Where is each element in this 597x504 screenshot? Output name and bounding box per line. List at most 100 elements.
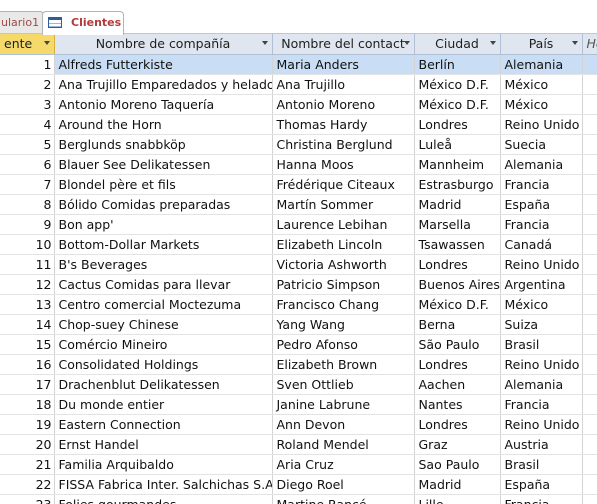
country-cell[interactable]: España <box>500 474 583 495</box>
empty-cell[interactable] <box>582 94 597 115</box>
empty-cell[interactable] <box>582 354 597 375</box>
empty-cell[interactable] <box>582 254 597 275</box>
id-cell[interactable]: 19 <box>0 414 55 435</box>
contact-cell[interactable]: Francisco Chang <box>272 294 415 315</box>
city-cell[interactable]: Aachen <box>414 374 501 395</box>
id-cell[interactable]: 11 <box>0 254 55 275</box>
column-header-city[interactable]: Ciudad <box>414 34 501 55</box>
contact-cell[interactable]: Roland Mendel <box>272 434 415 455</box>
empty-cell[interactable] <box>582 194 597 215</box>
id-cell[interactable]: 10 <box>0 234 55 255</box>
company-cell[interactable]: Antonio Moreno Taquería <box>54 94 273 115</box>
company-cell[interactable]: Eastern Connection <box>54 414 273 435</box>
contact-cell[interactable]: Frédérique Citeaux <box>272 174 415 195</box>
country-cell[interactable]: Alemania <box>500 154 583 175</box>
country-cell[interactable]: España <box>500 194 583 215</box>
city-cell[interactable]: Estrasburgo <box>414 174 501 195</box>
company-cell[interactable]: B's Beverages <box>54 254 273 275</box>
company-cell[interactable]: Around the Horn <box>54 114 273 135</box>
table-row[interactable]: 13 Centro comercial Moctezuma Francisco Ch… <box>0 294 597 315</box>
empty-cell[interactable] <box>582 334 597 355</box>
contact-cell[interactable]: Laurence Lebihan <box>272 214 415 235</box>
column-header-id[interactable]: ente <box>0 34 55 55</box>
company-cell[interactable]: Comércio Mineiro <box>54 334 273 355</box>
id-cell[interactable]: 18 <box>0 394 55 415</box>
table-row[interactable]: 3 Antonio Moreno Taquería Antonio Moreno Mé… <box>0 94 597 115</box>
company-cell[interactable]: Cactus Comidas para llevar <box>54 274 273 295</box>
country-cell[interactable]: Francia <box>500 394 583 415</box>
table-row[interactable]: 20 Ernst Handel Roland Mendel Graz Austria <box>0 434 597 455</box>
contact-cell[interactable]: Hanna Moos <box>272 154 415 175</box>
id-cell[interactable]: 2 <box>0 74 55 95</box>
contact-cell[interactable]: Janine Labrune <box>272 394 415 415</box>
city-cell[interactable]: Nantes <box>414 394 501 415</box>
contact-cell[interactable]: Ann Devon <box>272 414 415 435</box>
column-header-contact[interactable]: Nombre del contact <box>272 34 415 55</box>
contact-cell[interactable]: Aria Cruz <box>272 454 415 475</box>
country-cell[interactable]: Francia <box>500 214 583 235</box>
city-cell[interactable]: Londres <box>414 254 501 275</box>
company-cell[interactable]: Du monde entier <box>54 394 273 415</box>
contact-cell[interactable]: Elizabeth Brown <box>272 354 415 375</box>
table-row[interactable]: 16 Consolidated Holdings Elizabeth Brown Lo… <box>0 354 597 375</box>
company-cell[interactable]: Ana Trujillo Emparedados y helados <box>54 74 273 95</box>
country-cell[interactable]: Canadá <box>500 234 583 255</box>
table-row[interactable]: 17 Drachenblut Delikatessen Sven Ottlieb Aa… <box>0 374 597 395</box>
id-cell[interactable]: 21 <box>0 454 55 475</box>
contact-cell[interactable]: Sven Ottlieb <box>272 374 415 395</box>
city-cell[interactable]: Londres <box>414 114 501 135</box>
id-cell[interactable]: 1 <box>0 54 55 75</box>
city-cell[interactable]: Buenos Aires <box>414 274 501 295</box>
contact-cell[interactable]: Christina Berglund <box>272 134 415 155</box>
company-cell[interactable]: Bottom-Dollar Markets <box>54 234 273 255</box>
table-row[interactable]: 22 FISSA Fabrica Inter. Salchichas S.A. Di… <box>0 474 597 495</box>
contact-cell[interactable]: Yang Wang <box>272 314 415 335</box>
empty-cell[interactable] <box>582 494 597 504</box>
company-cell[interactable]: Consolidated Holdings <box>54 354 273 375</box>
company-cell[interactable]: Bon app' <box>54 214 273 235</box>
table-row[interactable]: 1 Alfreds Futterkiste Maria Anders Berlín Al… <box>0 54 597 75</box>
city-cell[interactable]: Mannheim <box>414 154 501 175</box>
table-row[interactable]: 21 Familia Arquibaldo Aria Cruz Sao Paulo Br… <box>0 454 597 475</box>
city-cell[interactable]: Berna <box>414 314 501 335</box>
id-cell[interactable]: 17 <box>0 374 55 395</box>
table-row[interactable]: 8 Bólido Comidas preparadas Martín Sommer M… <box>0 194 597 215</box>
city-cell[interactable]: Madrid <box>414 474 501 495</box>
contact-cell[interactable]: Patricio Simpson <box>272 274 415 295</box>
table-row[interactable]: 10 Bottom-Dollar Markets Elizabeth Lincoln… <box>0 234 597 255</box>
contact-cell[interactable]: Maria Anders <box>272 54 415 75</box>
empty-cell[interactable] <box>582 174 597 195</box>
table-row[interactable]: 2 Ana Trujillo Emparedados y helados Ana T… <box>0 74 597 95</box>
contact-cell[interactable]: Diego Roel <box>272 474 415 495</box>
table-row[interactable]: 19 Eastern Connection Ann Devon Londres Rein… <box>0 414 597 435</box>
table-row[interactable]: 11 B's Beverages Victoria Ashworth Londres R… <box>0 254 597 275</box>
city-cell[interactable]: Marsella <box>414 214 501 235</box>
empty-cell[interactable] <box>582 234 597 255</box>
company-cell[interactable]: Ernst Handel <box>54 434 273 455</box>
table-row[interactable]: 14 Chop-suey Chinese Yang Wang Berna Suiza <box>0 314 597 335</box>
empty-cell[interactable] <box>582 474 597 495</box>
empty-cell[interactable] <box>582 394 597 415</box>
empty-cell[interactable] <box>582 134 597 155</box>
country-cell[interactable]: México <box>500 94 583 115</box>
empty-cell[interactable] <box>582 274 597 295</box>
country-cell[interactable]: Alemania <box>500 54 583 75</box>
city-cell[interactable]: Graz <box>414 434 501 455</box>
contact-cell[interactable]: Elizabeth Lincoln <box>272 234 415 255</box>
company-cell[interactable]: Folies gourmandes <box>54 494 273 504</box>
table-row[interactable]: 4 Around the Horn Thomas Hardy Londres Reino… <box>0 114 597 135</box>
company-cell[interactable]: Alfreds Futterkiste <box>54 54 273 75</box>
country-cell[interactable]: Argentina <box>500 274 583 295</box>
empty-cell[interactable] <box>582 374 597 395</box>
id-cell[interactable]: 6 <box>0 154 55 175</box>
column-header-country[interactable]: País <box>500 34 583 55</box>
company-cell[interactable]: FISSA Fabrica Inter. Salchichas S.A. <box>54 474 273 495</box>
contact-cell[interactable]: Pedro Afonso <box>272 334 415 355</box>
company-cell[interactable]: Berglunds snabbköp <box>54 134 273 155</box>
id-cell[interactable]: 20 <box>0 434 55 455</box>
city-cell[interactable]: Tsawassen <box>414 234 501 255</box>
country-cell[interactable]: Francia <box>500 494 583 504</box>
table-row[interactable]: 7 Blondel père et fils Frédérique Citeaux E… <box>0 174 597 195</box>
country-cell[interactable]: México <box>500 294 583 315</box>
column-header-company[interactable]: Nombre de compañía <box>54 34 273 55</box>
